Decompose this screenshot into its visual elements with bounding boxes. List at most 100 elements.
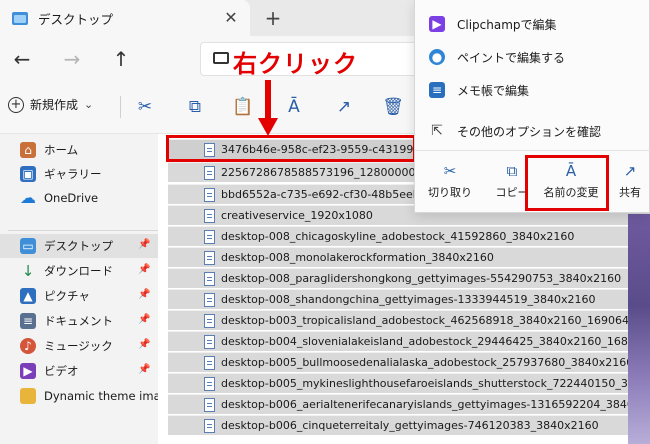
close-tab-icon[interactable]: ✕ (222, 9, 240, 27)
up-button[interactable]: ↑ (108, 46, 134, 72)
menu-item-label: メモ帳で編集 (457, 83, 530, 98)
sidebar-item-label: OneDrive (44, 191, 99, 205)
file-icon (204, 188, 215, 202)
more-options-icon: ⇱ (431, 123, 443, 139)
highlight-selected-file (166, 135, 416, 162)
file-icon (204, 230, 215, 244)
action-cut[interactable]: ✂ 切り取り (415, 160, 485, 208)
cut-icon[interactable]: ✂ (134, 96, 156, 118)
new-tab-button[interactable]: + (262, 7, 284, 29)
menu-divider (415, 150, 650, 151)
action-share[interactable]: ↗ 共有 (605, 160, 650, 208)
file-row[interactable]: desktop-b003_tropicalisland_adobestock_4… (168, 310, 650, 330)
sidebar-item-videos[interactable]: ▶ ビデオ 📌 (0, 359, 158, 383)
folder-icon (12, 11, 28, 25)
paint-icon: ● (429, 49, 445, 65)
file-row[interactable]: desktop-b006_cinqueterreitaly_gettyimage… (168, 415, 650, 435)
sidebar-item-gallery[interactable]: ▣ ギャラリー (0, 162, 158, 186)
file-row[interactable]: desktop-008_shandongchina_gettyimages-13… (168, 289, 650, 309)
pin-icon[interactable]: 📌 (138, 314, 150, 325)
pin-icon[interactable]: 📌 (138, 364, 150, 375)
sidebar-item-desktop[interactable]: ▭ デスクトップ 📌 (0, 234, 158, 258)
file-name: desktop-008_monolakerockformation_3840x2… (221, 251, 494, 264)
file-row[interactable]: desktop-008_paraglidershongkong_gettyima… (168, 268, 650, 288)
delete-icon[interactable]: 🗑 (382, 96, 404, 118)
file-name: desktop-008_shandongchina_gettyimages-13… (221, 293, 596, 306)
paste-icon[interactable]: 📋 (232, 96, 254, 118)
file-name: desktop-b004_slovenialakeisland_adobesto… (221, 335, 650, 348)
sidebar-item-label: Dynamic theme ima (44, 389, 158, 403)
tab-title: デスクトップ (38, 11, 114, 27)
file-row[interactable]: desktop-b006_aerialtenerifecanaryislands… (168, 394, 650, 414)
download-icon: ↓ (21, 262, 35, 280)
gallery-icon: ▣ (20, 166, 36, 182)
clipchamp-icon: ▶ (429, 16, 445, 32)
copy-icon[interactable]: ⧉ (184, 96, 206, 118)
sidebar-item-label: デスクトップ (44, 239, 113, 253)
onedrive-icon: ☁ (20, 188, 36, 207)
new-button-label: 新規作成 (30, 98, 79, 112)
toolbar-separator (120, 96, 121, 118)
file-icon (204, 398, 215, 412)
menu-item-more-options[interactable]: ⇱ その他のオプションを確認 (415, 115, 650, 147)
file-name: desktop-008_chicagoskyline_adobestock_41… (221, 230, 575, 243)
menu-item-paint[interactable]: ● ペイントで編集する (415, 41, 650, 73)
file-name: desktop-b003_tropicalisland_adobestock_4… (221, 314, 650, 327)
sidebar-item-downloads[interactable]: ↓ ダウンロード 📌 (0, 259, 158, 283)
sidebar-divider (8, 230, 158, 231)
sidebar-item-home[interactable]: ⌂ ホーム (0, 138, 158, 162)
sidebar-item-music[interactable]: ♪ ミュージック 📌 (0, 334, 158, 358)
file-name: desktop-008_paraglidershongkong_gettyima… (221, 272, 622, 285)
file-name: creativeservice_1920x1080 (221, 209, 373, 222)
action-label: コピー (495, 186, 529, 199)
back-button[interactable]: ← (9, 46, 35, 72)
highlight-rename-action (525, 155, 609, 211)
plus-icon: + (8, 96, 24, 113)
file-icon (204, 335, 215, 349)
menu-item-label: ペイントで編集する (457, 50, 566, 65)
pin-icon[interactable]: 📌 (138, 264, 150, 275)
file-name: bbd6552a-c735-e692-cf30-48b5eeb (221, 188, 420, 201)
annotation-label: 右クリック (233, 50, 358, 78)
file-row[interactable]: desktop-b005_mykineslighthousefaroeislan… (168, 373, 650, 393)
music-icon: ♪ (20, 338, 36, 354)
new-button[interactable]: + 新規作成 ⌄ (8, 96, 93, 113)
menu-item-label: その他のオプションを確認 (457, 124, 602, 139)
sidebar-item-label: ドキュメント (44, 314, 113, 328)
file-row[interactable]: desktop-b004_slovenialakeisland_adobesto… (168, 331, 650, 351)
arrow-down-icon (258, 80, 278, 136)
sidebar-item-onedrive[interactable]: ☁ OneDrive (0, 186, 158, 210)
sidebar-item-label: ギャラリー (44, 167, 102, 181)
copy-icon: ⧉ (506, 162, 518, 180)
file-icon (204, 356, 215, 370)
sidebar-item-pictures[interactable]: ▲ ピクチャ 📌 (0, 284, 158, 308)
forward-button[interactable]: → (59, 46, 85, 72)
file-row[interactable]: desktop-b005_bullmoosedenalialaska_adobe… (168, 352, 650, 372)
pin-icon[interactable]: 📌 (138, 239, 150, 250)
file-icon (204, 251, 215, 265)
desktop-icon: ▭ (20, 238, 36, 254)
file-icon (204, 377, 215, 391)
share-icon: ↗ (623, 162, 637, 180)
sidebar-item-documents[interactable]: ≡ ドキュメント 📌 (0, 309, 158, 333)
folder-icon (20, 388, 36, 404)
file-name: desktop-b006_cinqueterreitaly_gettyimage… (221, 419, 599, 432)
file-icon (204, 419, 215, 433)
file-name: desktop-b005_bullmoosedenalialaska_adobe… (221, 356, 650, 369)
sidebar-item-label: ビデオ (44, 364, 79, 378)
file-icon (204, 272, 215, 286)
pin-icon[interactable]: 📌 (138, 289, 150, 300)
sidebar-item-label: ピクチャ (44, 289, 90, 303)
rename-icon[interactable]: Ā (283, 96, 305, 118)
menu-item-notepad[interactable]: ≡ メモ帳で編集 (415, 74, 650, 106)
pin-icon[interactable]: 📌 (138, 339, 150, 350)
tab-desktop[interactable]: デスクトップ ✕ (0, 0, 250, 36)
sidebar-item-label: ホーム (44, 143, 79, 157)
menu-item-clipchamp[interactable]: ▶ Clipchampで編集 (415, 8, 650, 40)
file-row[interactable]: desktop-008_chicagoskyline_adobestock_41… (168, 226, 650, 246)
file-row[interactable]: desktop-008_monolakerockformation_3840x2… (168, 247, 650, 267)
video-icon: ▶ (20, 363, 36, 379)
sidebar-item-dynamic-theme[interactable]: Dynamic theme ima (0, 384, 158, 408)
share-icon[interactable]: ↗ (333, 96, 355, 118)
file-icon (204, 166, 215, 180)
